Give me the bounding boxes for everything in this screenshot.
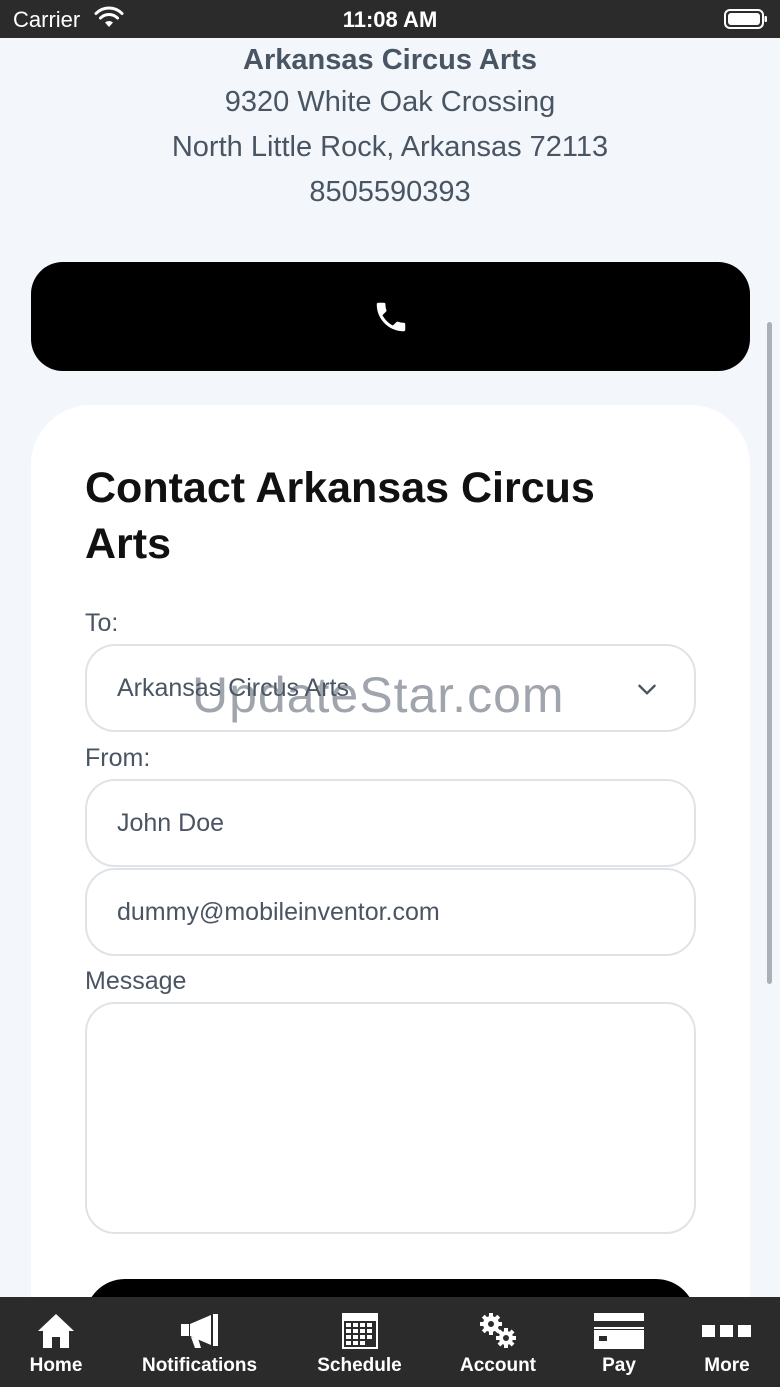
tab-more[interactable]: More [674, 1297, 780, 1387]
tab-home[interactable]: Home [0, 1297, 112, 1387]
street-address: 9320 White Oak Crossing [224, 86, 556, 118]
tab-notifications-label: Notifications [141, 1355, 258, 1376]
tab-pay[interactable]: Pay [564, 1297, 674, 1387]
chevron-down-icon [638, 684, 656, 695]
business-name: Arkansas Circus Arts [243, 44, 537, 76]
message-textarea[interactable] [85, 1002, 696, 1234]
calendar-icon [341, 1313, 378, 1349]
tab-more-label: More [704, 1355, 750, 1376]
contact-form-title: Contact Arkansas Circus Arts [85, 464, 595, 568]
phone-number[interactable]: 8505590393 [0, 170, 780, 215]
scroll-indicator[interactable] [767, 322, 772, 984]
name-input[interactable] [85, 779, 696, 867]
tab-account[interactable]: Account [432, 1297, 564, 1387]
from-label: From: [85, 744, 151, 772]
tab-pay-label: Pay [602, 1355, 636, 1376]
phone-icon [376, 302, 405, 331]
gears-icon [480, 1313, 516, 1348]
clock: 11:08 AM [342, 7, 438, 32]
recipient-select[interactable]: Arkansas Circus Arts [85, 644, 696, 732]
battery-icon [724, 9, 767, 29]
business-address: Arkansas Circus Arts 9320 White Oak Cros… [0, 40, 780, 215]
tab-schedule-label: Schedule [317, 1355, 402, 1376]
tab-schedule[interactable]: Schedule [287, 1297, 432, 1387]
to-label: To: [85, 609, 119, 637]
city-state-zip: North Little Rock, Arkansas 72113 [171, 131, 609, 163]
status-bar: Carrier 11:08 AM [0, 0, 780, 38]
email-input[interactable] [85, 868, 696, 956]
credit-card-icon [594, 1313, 644, 1349]
tab-account-label: Account [460, 1355, 536, 1376]
home-icon [38, 1314, 74, 1348]
message-label: Message [85, 967, 187, 995]
more-icon [702, 1325, 751, 1337]
recipient-value: Arkansas Circus Arts [117, 673, 350, 702]
tab-notifications[interactable]: Notifications [112, 1297, 287, 1387]
megaphone-icon [180, 1314, 218, 1348]
tab-home-label: Home [29, 1355, 83, 1376]
tab-bar: Home Notifications Schedule Account Pay … [0, 1297, 780, 1387]
call-button[interactable] [31, 262, 750, 371]
